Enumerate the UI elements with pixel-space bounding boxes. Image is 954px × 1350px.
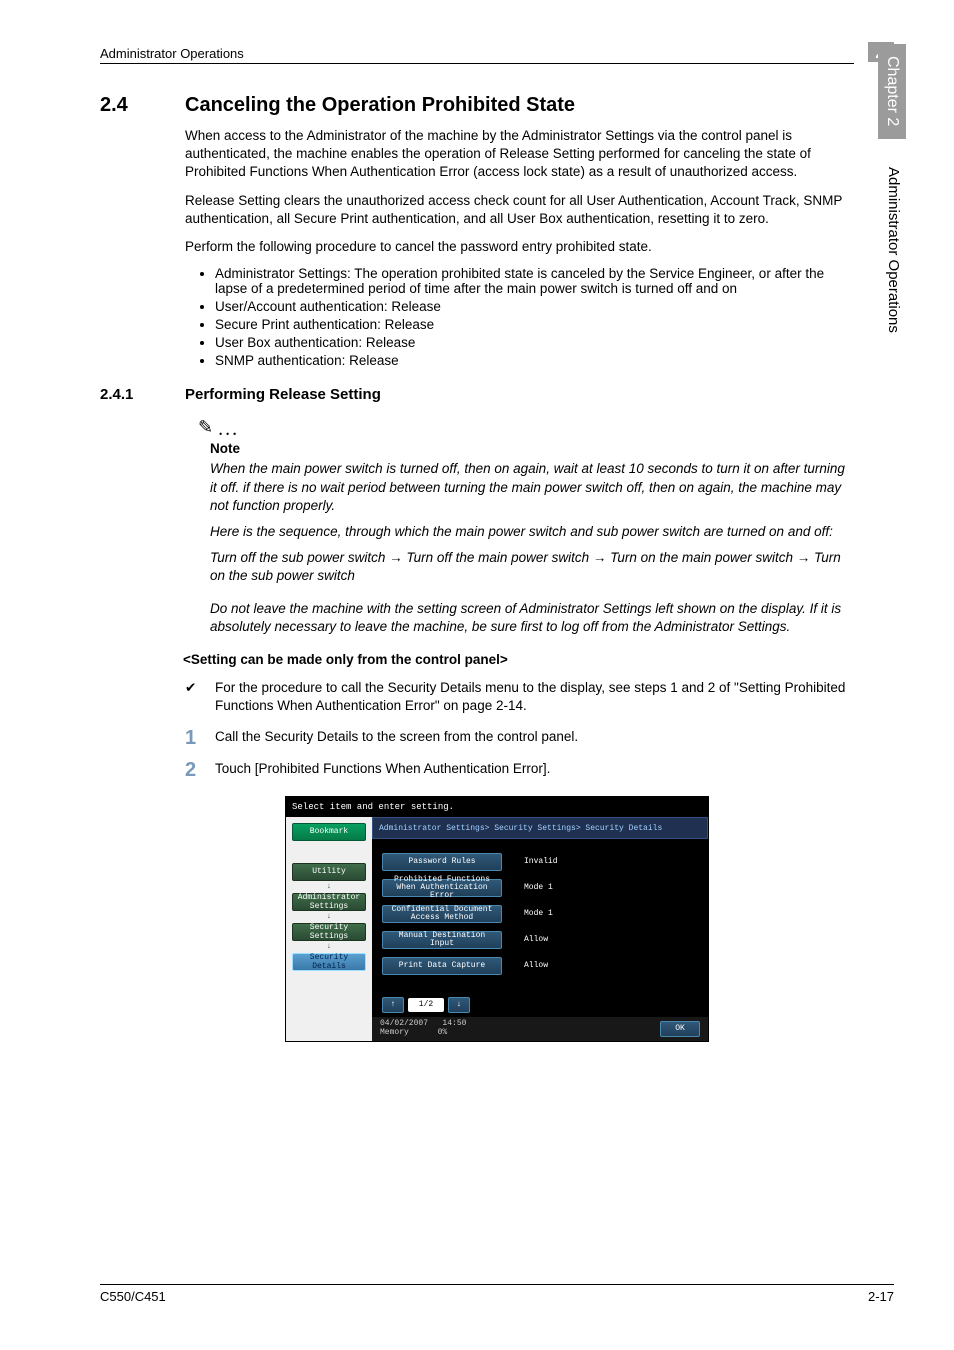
page-down-button[interactable]: ↓ <box>448 997 470 1013</box>
crumb-security-settings[interactable]: Security Settings <box>292 923 366 941</box>
footer-page: 2-17 <box>868 1289 894 1304</box>
list-item: User/Account authentication: Release <box>215 299 854 314</box>
option-password-rules[interactable]: Password Rules <box>382 853 502 871</box>
side-chapter-title: Administrator Operations <box>885 150 902 350</box>
page-header: Administrator Operations <box>100 46 854 64</box>
subsection-number: 2.4.1 <box>100 386 185 403</box>
option-value: Mode 1 <box>524 909 574 918</box>
list-item: SNMP authentication: Release <box>215 353 854 368</box>
note-text: Turn off the sub power switch → Turn off… <box>210 549 854 585</box>
option-value: Invalid <box>524 857 574 866</box>
paragraph: Release Setting clears the unauthorized … <box>185 192 854 228</box>
subsection-title: Performing Release Setting <box>185 386 381 403</box>
option-value: Allow <box>524 961 574 970</box>
page-up-button[interactable]: ↑ <box>382 997 404 1013</box>
option-manual-dest[interactable]: Manual Destination Input <box>382 931 502 949</box>
panel-main: Administrator Settings> Security Setting… <box>372 817 708 1041</box>
control-panel-screenshot: Select item and enter setting. Bookmark … <box>285 796 709 1042</box>
note-label: Note <box>210 441 854 456</box>
option-value: Allow <box>524 935 574 944</box>
bullet-list: Administrator Settings: The operation pr… <box>185 266 854 368</box>
setting-heading: <Setting can be made only from the contr… <box>183 652 827 667</box>
panel-breadcrumb: Administrator Settings> Security Setting… <box>372 817 708 839</box>
step-text: For the procedure to call the Security D… <box>215 679 854 715</box>
note-text: When the main power switch is turned off… <box>210 460 854 515</box>
paragraph: When access to the Administrator of the … <box>185 127 854 182</box>
header-title: Administrator Operations <box>100 46 244 61</box>
option-prohibited-functions[interactable]: Prohibited Functions When Authentication… <box>382 879 502 897</box>
note-text: Do not leave the machine with the settin… <box>210 600 854 636</box>
section-number: 2.4 <box>100 94 185 117</box>
option-value: Mode 1 <box>524 883 574 892</box>
panel-status: 04/02/2007 14:50 Memory 0% <box>380 1020 466 1038</box>
crumb-security-details[interactable]: Security Details <box>292 953 366 971</box>
option-confidential-doc[interactable]: Confidential Document Access Method <box>382 905 502 923</box>
step-text: Call the Security Details to the screen … <box>215 728 854 746</box>
crumb-utility[interactable]: Utility <box>292 863 366 881</box>
chevron-down-icon: ↓ <box>324 943 334 951</box>
check-icon: ✔ <box>185 679 215 697</box>
panel-sidebar: Bookmark Utility ↓ Administrator Setting… <box>286 817 372 1041</box>
section-title: Canceling the Operation Prohibited State <box>185 94 575 117</box>
chevron-down-icon: ↓ <box>324 883 334 891</box>
step-number: 2 <box>185 760 215 780</box>
list-item: Administrator Settings: The operation pr… <box>215 266 854 296</box>
page-indicator: 1/2 <box>408 998 444 1012</box>
note-icon: ✎ ... <box>198 417 842 441</box>
paragraph: Perform the following procedure to cance… <box>185 238 854 256</box>
chevron-down-icon: ↓ <box>324 913 334 921</box>
footer-model: C550/C451 <box>100 1289 166 1304</box>
side-chapter-tab: Chapter 2 <box>878 44 906 139</box>
step-text: Touch [Prohibited Functions When Authent… <box>215 760 854 778</box>
ok-button[interactable]: OK <box>660 1021 700 1037</box>
option-print-data-capture[interactable]: Print Data Capture <box>382 957 502 975</box>
list-item: User Box authentication: Release <box>215 335 854 350</box>
step-number: 1 <box>185 728 215 748</box>
panel-instruction: Select item and enter setting. <box>286 797 708 817</box>
crumb-admin-settings[interactable]: Administrator Settings <box>292 893 366 911</box>
list-item: Secure Print authentication: Release <box>215 317 854 332</box>
note-text: Here is the sequence, through which the … <box>210 523 854 541</box>
bookmark-button[interactable]: Bookmark <box>292 823 366 841</box>
